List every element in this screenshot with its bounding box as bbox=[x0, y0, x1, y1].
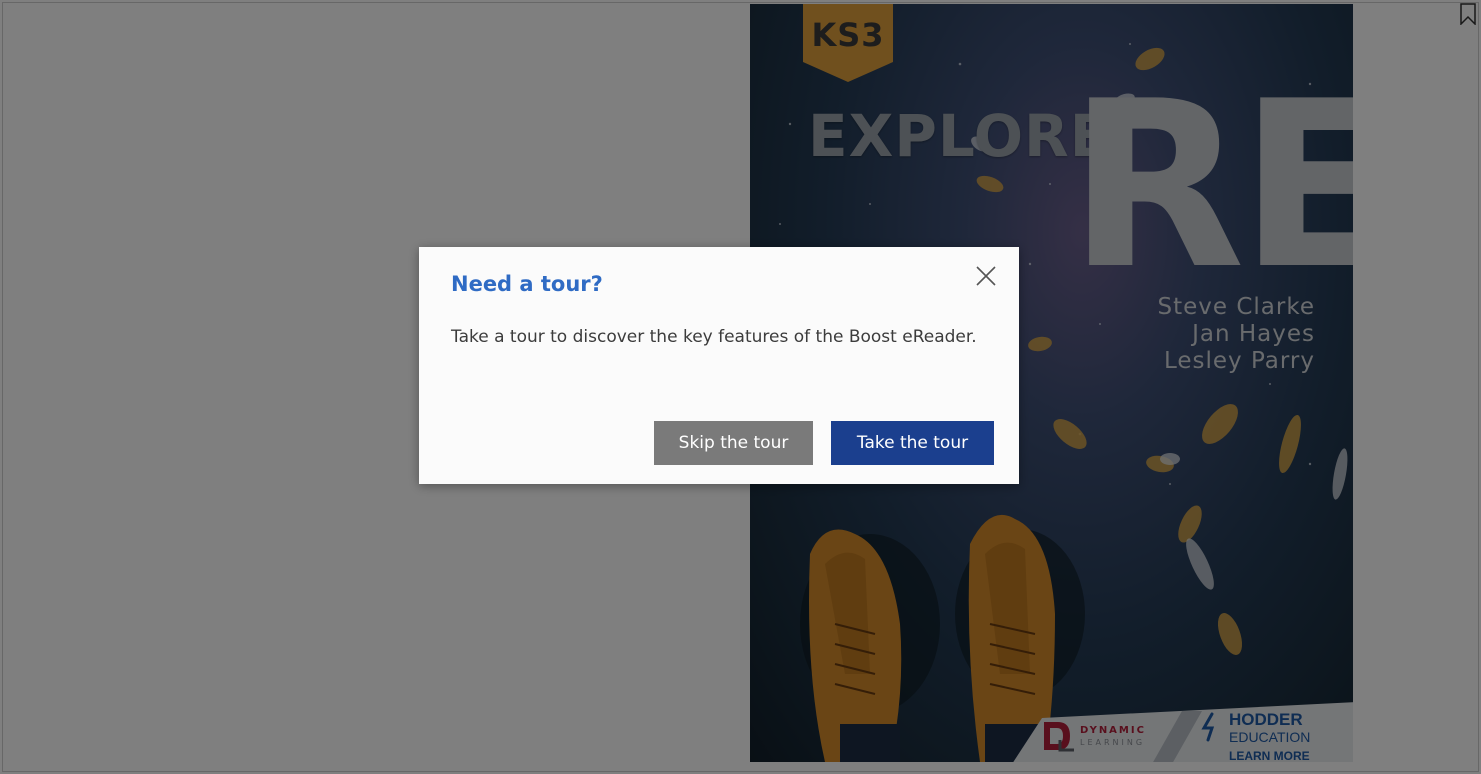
skip-tour-button[interactable]: Skip the tour bbox=[654, 421, 813, 465]
dialog-title: Need a tour? bbox=[451, 272, 603, 296]
ereader-viewport: KS3 EXPLORE RE Steve Clarke Jan Hayes Le… bbox=[0, 0, 1481, 774]
close-icon[interactable] bbox=[975, 265, 997, 287]
take-tour-button[interactable]: Take the tour bbox=[831, 421, 994, 465]
tour-dialog: Need a tour? Take a tour to discover the… bbox=[419, 247, 1019, 484]
dialog-message: Take a tour to discover the key features… bbox=[451, 327, 977, 347]
